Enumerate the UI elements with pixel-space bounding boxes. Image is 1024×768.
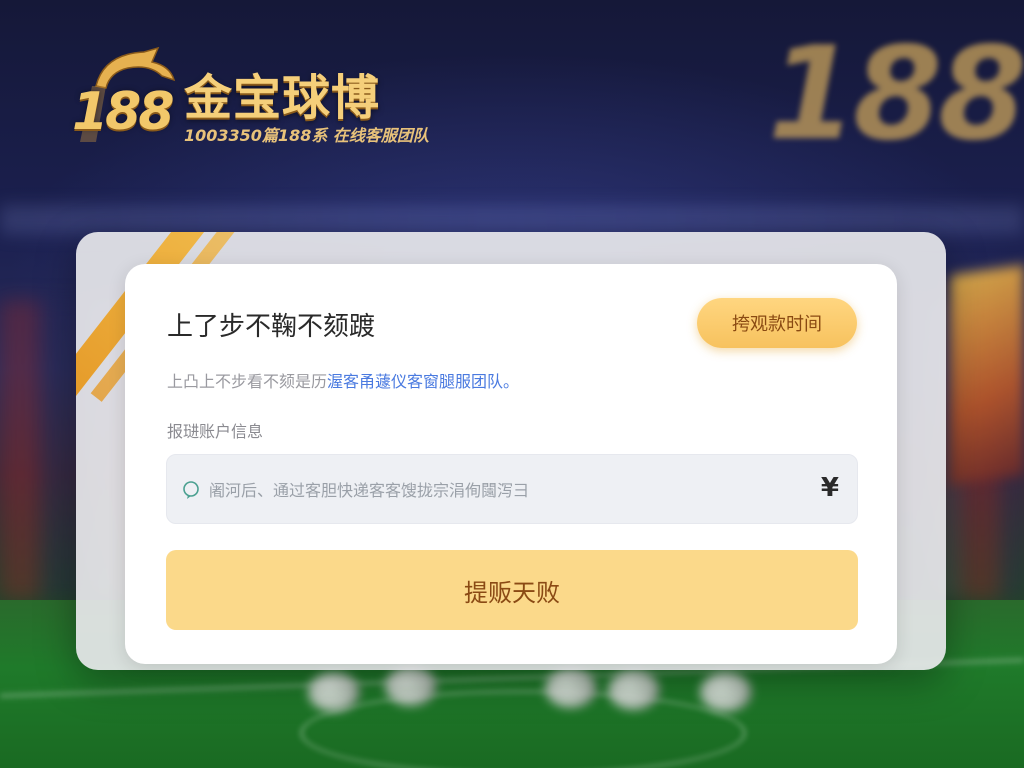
time-button[interactable]: 挎观款时间 bbox=[697, 298, 857, 348]
brand-name: 金宝球博 bbox=[184, 70, 381, 126]
account-info-label: 报琎账户信息 bbox=[167, 422, 264, 441]
ball-icon bbox=[700, 672, 752, 712]
background-188-mark: 188 bbox=[768, 20, 1024, 169]
brand-tagline: 1003350篇188系 在线客服团队 bbox=[184, 126, 429, 145]
logo-number: 188 bbox=[72, 82, 175, 142]
background-banner bbox=[0, 205, 1024, 235]
ball-icon bbox=[308, 672, 360, 712]
ball-icon bbox=[385, 666, 437, 706]
submit-button[interactable]: 提贩天败 bbox=[166, 550, 858, 630]
account-input[interactable] bbox=[207, 455, 811, 525]
form-card: 上了步不鞠不颏踱 挎观款时间 上凸上不步看不颏是历渥客甬蘧仪客窗腿服团队。 报琎… bbox=[125, 264, 897, 664]
ball-icon bbox=[608, 670, 660, 710]
ball-icon bbox=[545, 668, 597, 708]
brand-logo: 188 金宝球博 1003350篇188系 在线客服团队 bbox=[66, 46, 446, 150]
card-title: 上了步不鞠不颏踱 bbox=[167, 312, 376, 342]
account-input-box[interactable]: ¥ bbox=[166, 454, 858, 525]
background-screen bbox=[950, 264, 1024, 486]
description-text: 上凸上不步看不颏是历 bbox=[167, 372, 328, 391]
support-team-link[interactable]: 渥客甬蘧仪客窗腿服团队。 bbox=[327, 372, 519, 391]
yen-icon[interactable]: ¥ bbox=[821, 473, 839, 503]
chat-bubble-icon bbox=[183, 481, 199, 499]
card-description: 上凸上不步看不颏是历渥客甬蘧仪客窗腿服团队。 bbox=[167, 368, 519, 392]
pitch-center-circle bbox=[300, 690, 746, 768]
